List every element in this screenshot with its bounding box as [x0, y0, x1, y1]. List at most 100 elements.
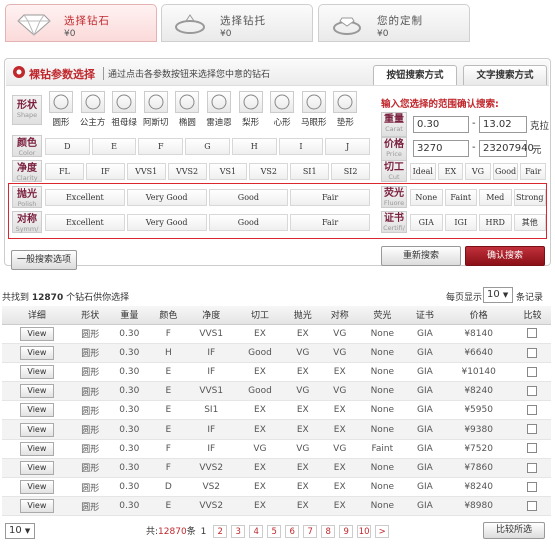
page-link[interactable]: 10: [357, 525, 372, 538]
page-link[interactable]: 9: [339, 525, 354, 538]
step-select-setting[interactable]: 选择钻托 ¥0: [161, 4, 313, 42]
price-min-input[interactable]: 3270: [413, 140, 469, 157]
compare-checkbox[interactable]: [527, 328, 538, 339]
certificate-option[interactable]: IGI: [444, 214, 477, 231]
color-option[interactable]: D: [45, 138, 90, 155]
shape-option[interactable]: 心形: [268, 91, 296, 131]
compare-checkbox[interactable]: [527, 347, 538, 358]
step-select-diamond[interactable]: 选择钻石 ¥0: [5, 4, 157, 42]
view-button[interactable]: View: [19, 403, 54, 418]
compare-checkbox[interactable]: [527, 443, 538, 454]
view-button[interactable]: View: [19, 345, 54, 360]
view-button[interactable]: View: [19, 499, 54, 514]
shape-icon: [270, 91, 295, 113]
symmetry-option[interactable]: Very Good: [126, 214, 207, 231]
shape-option[interactable]: 垫形: [331, 91, 359, 131]
step-your-custom[interactable]: 您的定制 ¥0: [318, 4, 470, 42]
color-option[interactable]: H: [231, 138, 277, 155]
view-button[interactable]: View: [19, 326, 54, 341]
table-cell: 圆形: [71, 439, 109, 459]
compare-checkbox[interactable]: [527, 405, 538, 416]
compare-checkbox[interactable]: [527, 385, 538, 396]
cell-detail: View: [2, 324, 72, 344]
per-page-select[interactable]: 10 ▼: [483, 287, 513, 303]
fluorescence-option[interactable]: Strong: [513, 189, 546, 206]
clarity-option[interactable]: VS2: [249, 163, 289, 180]
table-cell: IF: [186, 362, 236, 383]
shape-option[interactable]: 祖母绿: [110, 91, 138, 131]
cut-option[interactable]: VG: [465, 163, 491, 180]
carat-min-input[interactable]: 0.30: [413, 116, 469, 133]
clarity-option[interactable]: SI2: [331, 163, 370, 180]
general-search-button[interactable]: 一般搜索选项: [11, 250, 77, 270]
confirm-search-button[interactable]: 确认搜索: [465, 246, 545, 266]
compare-checkbox[interactable]: [527, 462, 538, 473]
cut-option[interactable]: Good: [492, 163, 519, 180]
shape-option[interactable]: 梨形: [237, 91, 265, 131]
table-cell: None: [358, 400, 407, 421]
cut-option[interactable]: Ideal: [410, 163, 436, 180]
view-button[interactable]: View: [19, 384, 54, 399]
view-button[interactable]: View: [19, 441, 54, 456]
page-link[interactable]: 7: [303, 525, 318, 538]
table-cell: E: [149, 381, 187, 402]
tab-button-search[interactable]: 按钮搜索方式: [373, 65, 457, 85]
color-option[interactable]: I: [278, 138, 324, 155]
shape-option[interactable]: 公主方: [79, 91, 107, 131]
shape-option[interactable]: 阿斯切: [142, 91, 170, 131]
page-link[interactable]: 8: [321, 525, 336, 538]
page-link[interactable]: 3: [231, 525, 246, 538]
compare-checkbox[interactable]: [527, 366, 538, 377]
clarity-option[interactable]: VVS1: [126, 163, 166, 180]
shape-option[interactable]: 椭圆: [173, 91, 201, 131]
symmetry-option[interactable]: Excellent: [45, 214, 125, 231]
reset-search-button[interactable]: 重新搜索: [381, 246, 461, 266]
shape-option[interactable]: 雷迪恩: [205, 91, 233, 131]
fluorescence-option[interactable]: Faint: [444, 189, 477, 206]
pager-select[interactable]: 10 ▼: [5, 523, 35, 539]
clarity-option[interactable]: VVS2: [167, 163, 207, 180]
view-button[interactable]: View: [19, 422, 54, 437]
compare-checkbox[interactable]: [527, 481, 538, 492]
certificate-option[interactable]: HRD: [479, 214, 512, 231]
next-page-button[interactable]: >: [375, 525, 390, 538]
view-button[interactable]: View: [19, 480, 54, 495]
view-button[interactable]: View: [19, 460, 54, 475]
results-summary: 共找到 12870 个钻石供你选择: [2, 293, 130, 303]
polish-option[interactable]: Good: [208, 189, 289, 206]
table-cell: EX: [284, 419, 322, 440]
compare-selected-button[interactable]: 比较所选: [483, 522, 545, 539]
polish-option[interactable]: Fair: [290, 189, 370, 206]
page-link[interactable]: 2: [213, 525, 228, 538]
certificate-option[interactable]: 其他: [513, 214, 546, 231]
tab-text-search[interactable]: 文字搜索方式: [463, 65, 547, 85]
cut-option[interactable]: EX: [437, 163, 464, 180]
carat-max-input[interactable]: 13.02: [479, 116, 527, 133]
view-button[interactable]: View: [19, 364, 54, 379]
table-cell: GIA: [406, 477, 444, 498]
color-option[interactable]: J: [325, 138, 370, 155]
page-link[interactable]: 6: [285, 525, 300, 538]
certificate-option[interactable]: GIA: [410, 214, 443, 231]
cut-option[interactable]: Fair: [520, 163, 546, 180]
symmetry-option[interactable]: Fair: [290, 214, 370, 231]
color-option[interactable]: E: [91, 138, 137, 155]
shape-option[interactable]: 圆形: [47, 91, 75, 131]
compare-checkbox[interactable]: [527, 501, 538, 512]
clarity-option[interactable]: VS1: [208, 163, 248, 180]
shape-option[interactable]: 马眼形: [300, 91, 328, 131]
color-option[interactable]: G: [185, 138, 230, 155]
polish-option[interactable]: Very Good: [126, 189, 207, 206]
fluorescence-option[interactable]: Med: [479, 189, 512, 206]
page-link[interactable]: 4: [249, 525, 264, 538]
compare-checkbox[interactable]: [527, 424, 538, 435]
clarity-option[interactable]: IF: [85, 163, 125, 180]
color-option[interactable]: F: [138, 138, 184, 155]
clarity-option[interactable]: SI1: [290, 163, 330, 180]
price-max-input[interactable]: 23207940: [479, 140, 534, 157]
polish-option[interactable]: Excellent: [45, 189, 125, 206]
fluorescence-option[interactable]: None: [410, 189, 443, 206]
symmetry-option[interactable]: Good: [208, 214, 289, 231]
page-link[interactable]: 5: [267, 525, 282, 538]
clarity-option[interactable]: FL: [45, 163, 84, 180]
